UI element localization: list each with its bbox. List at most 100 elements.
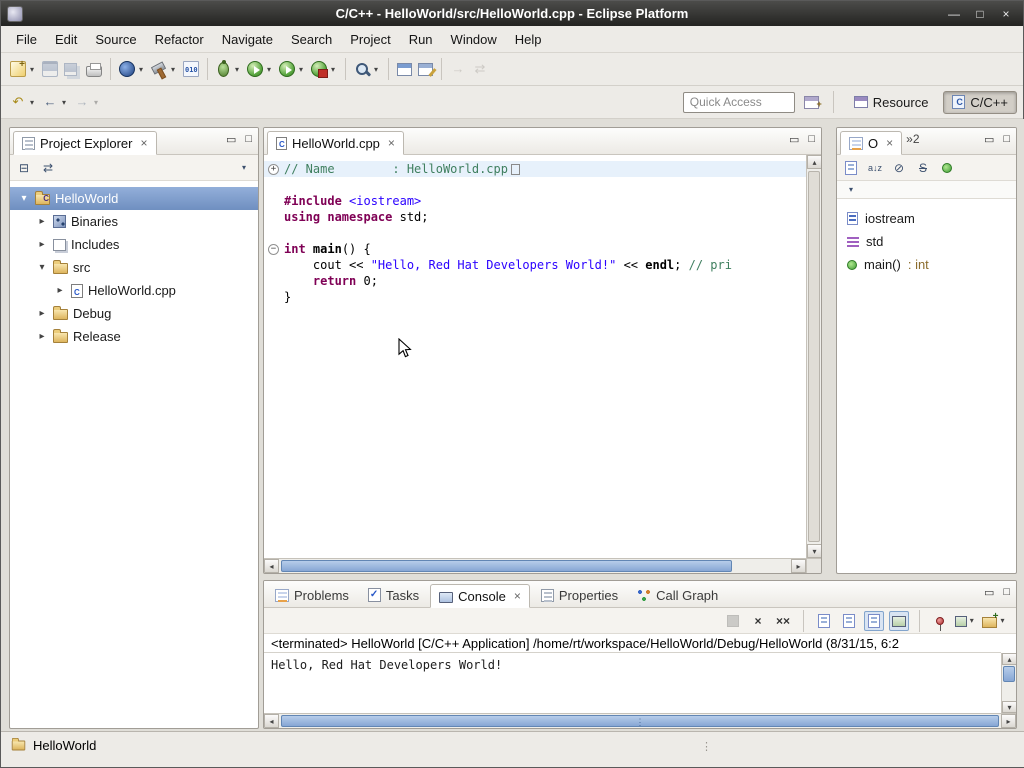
save-button[interactable] <box>39 59 61 79</box>
outline-item-main[interactable]: main() : int <box>837 253 1016 276</box>
expand-arrow-icon[interactable]: ▸ <box>36 308 48 319</box>
expand-arrow-icon[interactable]: ▸ <box>36 239 48 250</box>
dropdown-arrow-icon[interactable]: ▾ <box>297 65 305 74</box>
close-tab-icon[interactable]: × <box>388 136 395 150</box>
external-tools-button[interactable]: ▾ <box>308 59 340 79</box>
dropdown-arrow-icon[interactable]: ▾ <box>169 65 177 74</box>
outline-item-std[interactable]: std <box>837 230 1016 253</box>
dropdown-arrow-icon[interactable]: ▾ <box>28 98 36 107</box>
debug-button[interactable]: ▾ <box>213 60 244 79</box>
minimize-view-button[interactable]: ▭ <box>984 133 994 146</box>
export-log-button[interactable] <box>839 611 859 631</box>
display-selected-console-button[interactable]: ▾ <box>955 611 975 631</box>
new-button[interactable]: + ▾ <box>7 59 39 79</box>
sort-button[interactable]: a↓z <box>865 158 885 178</box>
code-editor[interactable]: + // Name : HelloWorld.cpp #include <ios… <box>264 155 806 558</box>
tree-item-debug[interactable]: ▸ Debug <box>10 302 258 325</box>
dropdown-arrow-icon[interactable]: ▾ <box>329 65 337 74</box>
forward-button[interactable]: → ▾ <box>71 92 103 112</box>
folded-region-box[interactable] <box>511 164 520 175</box>
dropdown-arrow-icon[interactable]: ▾ <box>233 65 241 74</box>
outline-tab[interactable]: O × <box>840 131 902 155</box>
minimize-view-button[interactable]: ▭ <box>984 586 994 599</box>
save-all-button[interactable] <box>61 60 83 78</box>
close-tab-icon[interactable]: × <box>140 136 147 150</box>
back-button[interactable]: ← ▾ <box>39 92 71 112</box>
menu-file[interactable]: File <box>7 28 46 51</box>
print-button[interactable] <box>83 60 105 79</box>
tree-item-includes[interactable]: ▸ Includes <box>10 233 258 256</box>
search-button[interactable]: ▾ <box>351 59 383 79</box>
scroll-thumb[interactable] <box>808 171 820 542</box>
outline-item-iostream[interactable]: iostream <box>837 207 1016 230</box>
terminate-button[interactable] <box>723 611 743 631</box>
tree-item-release[interactable]: ▸ Release <box>10 325 258 348</box>
open-perspective-button[interactable]: + <box>801 93 822 111</box>
scroll-left-button[interactable]: ◂ <box>264 559 279 573</box>
quick-access-input[interactable] <box>683 92 795 113</box>
dropdown-arrow-icon[interactable]: ▾ <box>372 65 380 74</box>
profile-button[interactable]: ▾ <box>276 59 308 79</box>
open-view-table-button[interactable] <box>394 60 415 78</box>
call-graph-tab[interactable]: Call Graph <box>629 583 726 607</box>
resource-perspective-button[interactable]: Resource <box>845 91 938 114</box>
hidden-tabs-badge[interactable]: »2 <box>906 132 919 146</box>
expand-arrow-icon[interactable]: ▸ <box>54 285 66 296</box>
clear-console-button[interactable] <box>814 611 834 631</box>
maximize-view-button[interactable]: □ <box>1003 586 1010 599</box>
maximize-view-button[interactable]: □ <box>1003 133 1010 146</box>
fold-expanded-icon[interactable]: − <box>268 244 279 255</box>
editor-vertical-scrollbar[interactable]: ▴ ▾ <box>806 155 821 558</box>
view-menu-button[interactable]: ▾ <box>234 158 254 178</box>
build-all-button[interactable]: ▾ <box>148 59 180 79</box>
maximize-view-button[interactable]: □ <box>245 133 252 146</box>
hide-non-public-button[interactable] <box>937 158 957 178</box>
maximize-window-button[interactable]: □ <box>969 5 991 23</box>
menu-refactor[interactable]: Refactor <box>146 28 213 51</box>
focus-element-button[interactable] <box>841 158 861 178</box>
run-button[interactable]: ▾ <box>244 59 276 79</box>
properties-tab[interactable]: Properties <box>533 583 626 607</box>
project-explorer-tab[interactable]: Project Explorer × <box>13 131 157 155</box>
remove-launch-button[interactable]: × <box>748 611 768 631</box>
tasks-tab[interactable]: ✓ Tasks <box>360 583 427 607</box>
collapse-arrow-icon[interactable]: ▾ <box>36 262 48 273</box>
console-output[interactable]: Hello, Red Hat Developers World! <box>264 653 1001 713</box>
scroll-thumb[interactable] <box>281 560 732 572</box>
problems-tab[interactable]: Problems <box>267 583 357 607</box>
dropdown-arrow-icon[interactable]: ▾ <box>137 65 145 74</box>
expand-arrow-icon[interactable]: ▸ <box>36 216 48 227</box>
remove-all-launches-button[interactable]: ×× <box>773 611 793 631</box>
scroll-up-button[interactable]: ▴ <box>807 155 822 169</box>
scroll-right-button[interactable]: ▸ <box>791 559 806 573</box>
scroll-left-button[interactable]: ◂ <box>264 714 279 728</box>
dropdown-arrow-icon[interactable]: ▾ <box>92 98 100 107</box>
expand-arrow-icon[interactable]: ▸ <box>36 331 48 342</box>
dropdown-arrow-icon[interactable]: ▾ <box>265 65 273 74</box>
fold-collapsed-icon[interactable]: + <box>268 164 279 175</box>
menu-help[interactable]: Help <box>506 28 551 51</box>
close-tab-icon[interactable]: × <box>514 589 521 603</box>
scroll-thumb[interactable] <box>1003 666 1015 682</box>
scroll-down-button[interactable]: ▾ <box>807 544 822 558</box>
annotation-nav-button[interactable]: → <box>447 59 469 79</box>
close-tab-icon[interactable]: × <box>886 136 893 150</box>
editor-horizontal-scrollbar[interactable]: ◂ ▸ <box>264 558 806 573</box>
menu-edit[interactable]: Edit <box>46 28 86 51</box>
console-vertical-scrollbar[interactable]: ▴ ▾ <box>1001 653 1016 713</box>
minimize-view-button[interactable]: ▭ <box>226 133 236 146</box>
menu-navigate[interactable]: Navigate <box>213 28 282 51</box>
close-window-button[interactable]: × <box>995 5 1017 23</box>
console-tab[interactable]: Console × <box>430 584 530 608</box>
link-toggle-button[interactable]: ⇄ <box>469 59 491 79</box>
scroll-right-button[interactable]: ▸ <box>1001 714 1016 728</box>
dropdown-arrow-icon[interactable]: ▾ <box>28 65 36 74</box>
tree-item-src[interactable]: ▾ src <box>10 256 258 279</box>
open-console-button[interactable]: +▾ <box>980 611 1008 631</box>
menu-search[interactable]: Search <box>282 28 341 51</box>
console-horizontal-scrollbar[interactable]: ◂ ⋮ ▸ <box>264 713 1016 728</box>
cpp-perspective-button[interactable]: C C/C++ <box>943 91 1017 114</box>
dropdown-arrow-icon[interactable]: ▾ <box>60 98 68 107</box>
maximize-view-button[interactable]: □ <box>808 133 815 146</box>
last-edit-location-button[interactable]: ↶ ▾ <box>7 92 39 112</box>
